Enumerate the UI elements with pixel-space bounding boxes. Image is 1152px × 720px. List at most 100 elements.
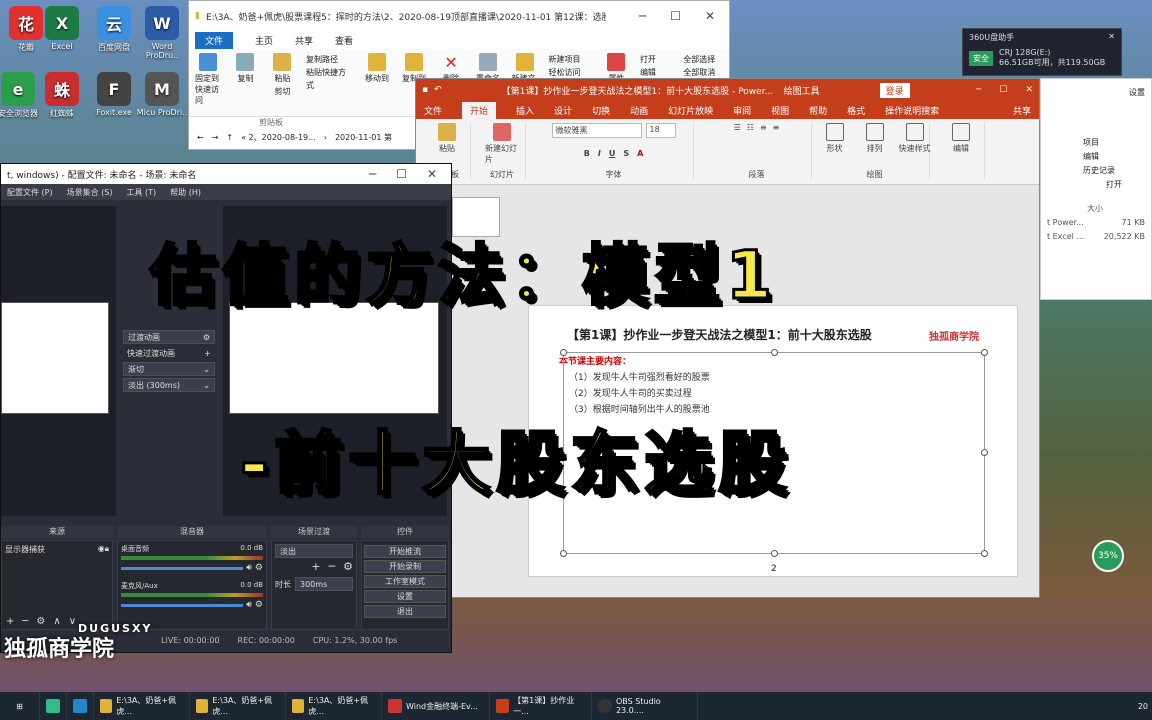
desktop-icon-3[interactable]: W Word ProDru.. xyxy=(136,6,188,60)
resize-handle[interactable] xyxy=(560,550,567,557)
tab-animations[interactable]: 动画 xyxy=(630,104,648,117)
remove-icon[interactable]: ─ xyxy=(329,560,336,573)
edit-label[interactable]: 编辑 xyxy=(1083,150,1145,164)
taskbar-item[interactable]: OBS Studio 23.0.... xyxy=(592,692,698,720)
resize-handle[interactable] xyxy=(981,349,988,356)
start-button[interactable]: ⊞ xyxy=(0,692,40,720)
tab-slideshow[interactable]: 幻灯片放映 xyxy=(668,104,713,117)
shapes-button[interactable]: 形状 xyxy=(818,123,852,154)
menu-help[interactable]: 帮助 (H) xyxy=(170,187,201,198)
plus-icon[interactable]: + xyxy=(204,349,211,358)
quick-styles-button[interactable]: 快速样式 xyxy=(898,123,932,154)
paste-button[interactable]: 粘贴 剪切 xyxy=(269,53,296,112)
undo-icon[interactable]: ↶ xyxy=(434,85,442,95)
resize-handle[interactable] xyxy=(560,349,567,356)
minimize-icon[interactable]: ─ xyxy=(639,9,646,23)
copy-button[interactable]: 复制 xyxy=(232,53,259,112)
select-all-button[interactable]: 全部选择 xyxy=(683,53,723,66)
fade-select[interactable]: 淡出 (300ms) ⌄ xyxy=(123,378,215,392)
taskbar-item[interactable]: E:\3A、奶爸+佩虎... xyxy=(190,692,286,720)
pin-button[interactable]: 固定到快速访问 xyxy=(195,53,222,112)
maximize-icon[interactable]: ☐ xyxy=(999,85,1007,95)
tab-view[interactable]: 查看 xyxy=(335,34,353,47)
new-item-button[interactable]: 新建项目 xyxy=(549,53,593,66)
new-item-label[interactable]: 项目 xyxy=(1083,136,1145,150)
tell-me-search[interactable]: 操作说明搜索 xyxy=(885,104,939,117)
resize-handle[interactable] xyxy=(981,550,988,557)
speed-badge[interactable]: 35% xyxy=(1092,540,1124,572)
desktop-icon-5[interactable]: 蛛红蜘蛛 xyxy=(36,72,88,119)
clock[interactable]: 20 xyxy=(1138,702,1152,711)
breadcrumb-item[interactable]: « 2、2020-08-19... xyxy=(241,132,316,143)
font-size-select[interactable]: 18 xyxy=(645,123,676,138)
close-icon[interactable]: ✕ xyxy=(427,167,437,181)
font-family-select[interactable]: 微软雅黑 xyxy=(551,123,642,138)
strike-icon[interactable]: S xyxy=(623,149,629,158)
safe-eject-button[interactable]: 安全 xyxy=(969,50,993,66)
desktop-icon-2[interactable]: 云百度网盘 xyxy=(88,6,140,53)
menu-profile[interactable]: 配置文件 (P) xyxy=(7,187,53,198)
volume-slider[interactable] xyxy=(121,603,244,607)
forward-icon[interactable]: → xyxy=(212,133,219,142)
tab-file[interactable]: 文件 xyxy=(424,104,442,117)
tab-file[interactable]: 文件 xyxy=(195,31,234,49)
tab-format[interactable]: 格式 xyxy=(847,104,865,117)
add-icon[interactable]: + xyxy=(311,560,320,573)
tab-home[interactable]: 开始 xyxy=(462,101,497,119)
tab-review[interactable]: 审阅 xyxy=(733,104,751,117)
desktop-icon-6[interactable]: F Foxit.exe xyxy=(88,72,140,117)
copy-path-button[interactable]: 复制路径 xyxy=(306,53,354,66)
new-slide-button[interactable]: 新建幻灯片 xyxy=(485,123,519,165)
tab-design[interactable]: 设计 xyxy=(554,104,572,117)
font-color-icon[interactable]: A xyxy=(637,149,643,158)
transition-type-select[interactable]: 淡出 xyxy=(275,544,353,558)
menu-scene-collection[interactable]: 场景集合 (S) xyxy=(67,187,113,198)
maximize-icon[interactable]: ☐ xyxy=(670,9,681,23)
taskbar-item[interactable]: Wind金融终端-Ev... xyxy=(382,692,490,720)
tab-share[interactable]: 共享 xyxy=(295,34,313,47)
slide-title[interactable]: 【第1课】抄作业一步登天战法之模型1：前十大股东选股 xyxy=(567,326,872,343)
gear-icon[interactable]: ⚙ xyxy=(255,600,263,610)
login-button[interactable]: 登录 xyxy=(879,82,910,98)
numbering-icon[interactable]: ☷ xyxy=(747,123,754,132)
arrange-button[interactable]: 排列 xyxy=(858,123,892,154)
move-to-button[interactable]: 移动到 xyxy=(364,53,391,112)
settings-label[interactable]: 设置 xyxy=(1041,79,1151,106)
gear-icon[interactable]: ⚙ xyxy=(343,560,353,573)
back-icon[interactable]: ← xyxy=(197,133,204,142)
file-name[interactable]: t Power... xyxy=(1047,216,1084,230)
close-icon[interactable]: ✕ xyxy=(1108,32,1115,43)
tab-insert[interactable]: 插入 xyxy=(516,104,534,117)
bold-icon[interactable]: B xyxy=(584,149,590,158)
share-button[interactable]: 共享 xyxy=(1013,104,1031,117)
minimize-icon[interactable]: ─ xyxy=(976,85,981,95)
taskbar-item[interactable]: E:\3A、奶爸+佩虎... xyxy=(94,692,190,720)
source-item[interactable]: 显示器捕获 ◉ 🔒︎ xyxy=(2,541,112,558)
duration-input[interactable]: 300ms xyxy=(295,577,353,591)
close-icon[interactable]: ✕ xyxy=(1025,85,1033,95)
tab-home[interactable]: 主页 xyxy=(255,34,273,47)
lock-icon[interactable]: 🔒︎ xyxy=(105,544,109,555)
start-streaming-button[interactable]: 开始推流 xyxy=(364,545,446,558)
preview-pane[interactable] xyxy=(1,206,116,516)
transition-select[interactable]: 渐切 ⌄ xyxy=(123,362,215,376)
up-icon[interactable]: ↑ xyxy=(226,133,233,142)
column-size[interactable]: 大小 xyxy=(1047,202,1145,216)
transition-button[interactable]: 过渡动画 ⚙ xyxy=(123,330,215,344)
start-recording-button[interactable]: 开始录制 xyxy=(364,560,446,573)
desktop-icon-7[interactable]: M Micu ProDri.. xyxy=(136,72,188,117)
eye-icon[interactable]: ◉ xyxy=(98,544,105,555)
close-icon[interactable]: ✕ xyxy=(705,9,715,23)
taskbar-pin[interactable] xyxy=(40,692,67,720)
save-icon[interactable]: ▪ xyxy=(422,85,428,95)
align-left-icon[interactable]: ≡ xyxy=(760,123,767,132)
bullets-icon[interactable]: ☰ xyxy=(734,123,741,132)
open-button[interactable]: 打开 xyxy=(640,53,673,66)
minimize-icon[interactable]: ─ xyxy=(369,167,376,181)
maximize-icon[interactable]: ☐ xyxy=(396,167,407,181)
history-label[interactable]: 历史记录 xyxy=(1083,164,1145,178)
speaker-icon[interactable]: 🔊︎ xyxy=(246,600,252,610)
paste-shortcut-button[interactable]: 粘贴快捷方式 xyxy=(306,66,354,92)
paste-button[interactable]: 粘贴 xyxy=(430,123,464,154)
tab-transitions[interactable]: 切换 xyxy=(592,104,610,117)
